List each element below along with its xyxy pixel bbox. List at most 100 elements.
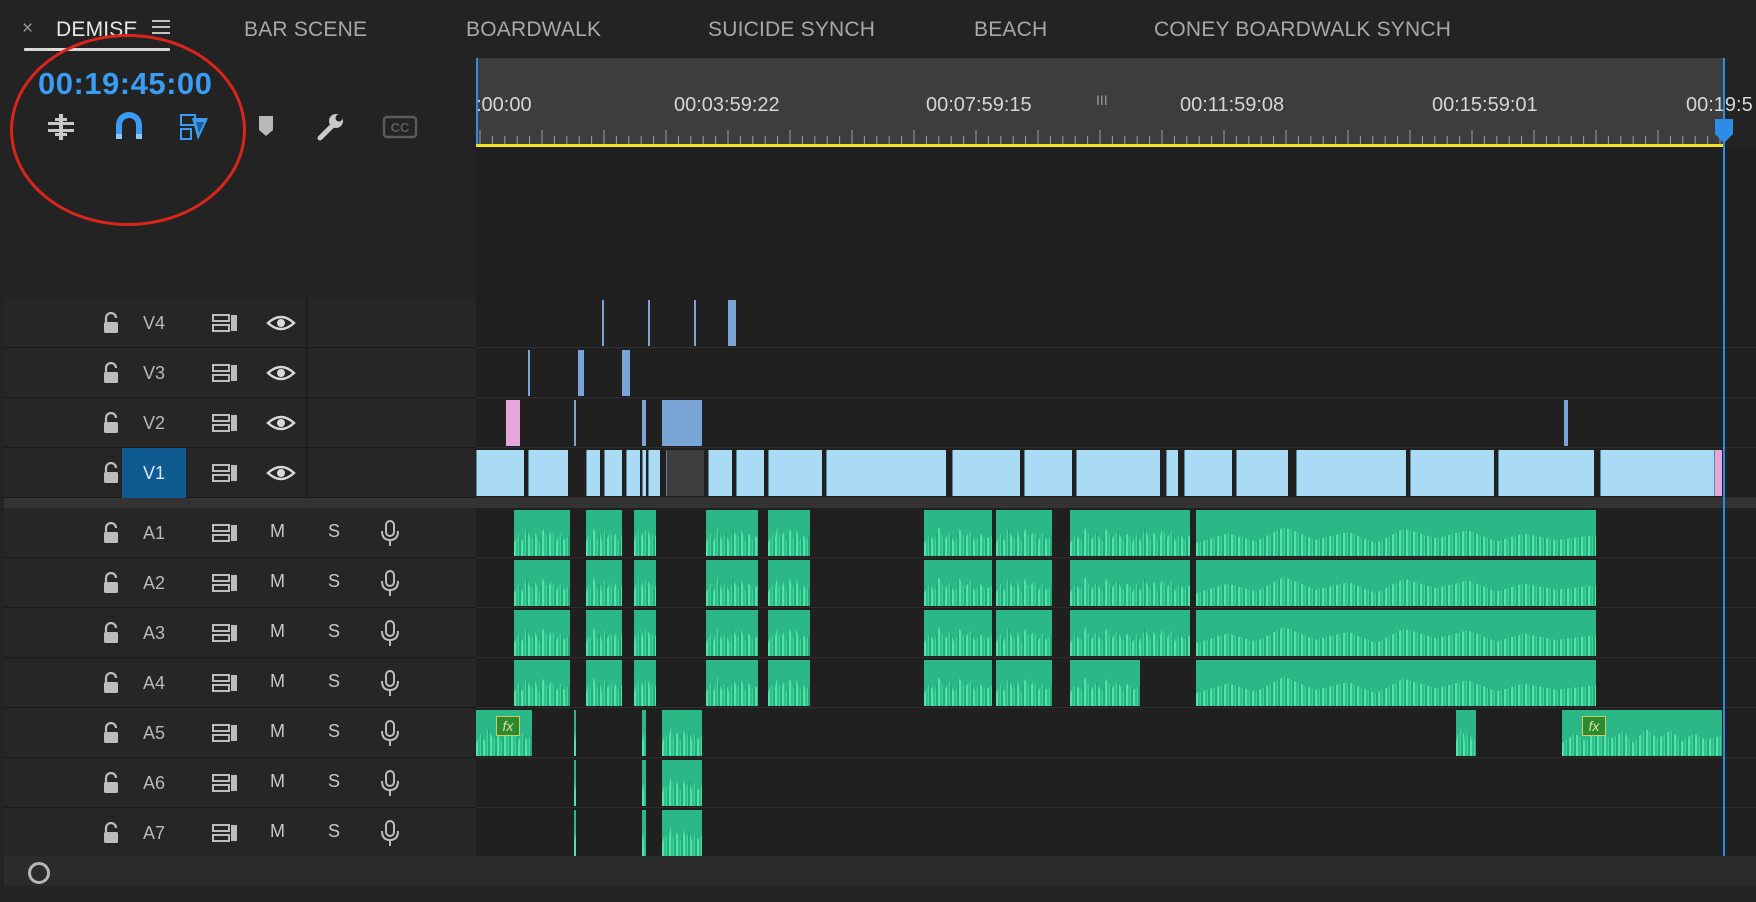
lock-track-icon[interactable]	[102, 671, 120, 694]
track-header-a6[interactable]: A6 M S	[4, 758, 476, 808]
video-clip[interactable]	[648, 450, 660, 496]
audio-clip[interactable]	[586, 610, 622, 656]
lock-track-icon[interactable]	[102, 461, 120, 484]
audio-clip[interactable]	[924, 610, 992, 656]
tab-boardwalk[interactable]: BOARDWALK	[466, 18, 601, 42]
mute-button[interactable]: M	[270, 571, 285, 592]
audio-clip[interactable]	[924, 560, 992, 606]
tab-coney-boardwalk-synch[interactable]: CONEY BOARDWALK SYNCH	[1154, 18, 1451, 42]
linked-selection-icon[interactable]	[178, 112, 212, 147]
lock-track-icon[interactable]	[102, 771, 120, 794]
video-clip[interactable]	[648, 300, 650, 346]
video-clip[interactable]	[1076, 450, 1160, 496]
zoom-scroll-handle[interactable]	[28, 862, 50, 884]
video-clip[interactable]	[622, 350, 630, 396]
solo-button[interactable]: S	[328, 521, 340, 542]
sync-lock-icon[interactable]	[212, 823, 238, 843]
ruler-grip-icon[interactable]: III	[1096, 92, 1108, 108]
audio-clip[interactable]	[768, 560, 810, 606]
video-clip[interactable]	[506, 400, 520, 446]
audio-clip[interactable]	[1132, 610, 1190, 656]
audio-clip[interactable]: fx	[1562, 710, 1722, 756]
audio-clip[interactable]	[996, 560, 1052, 606]
video-clip[interactable]	[528, 450, 568, 496]
video-clip[interactable]	[1236, 450, 1288, 496]
playhead-timecode[interactable]: 00:19:45:00	[38, 66, 212, 102]
audio-clip[interactable]	[1132, 510, 1190, 556]
track-header-a7[interactable]: A7 M S	[4, 808, 476, 858]
track-header-v4[interactable]: V4	[4, 298, 476, 348]
video-clip[interactable]	[952, 450, 1020, 496]
audio-clip[interactable]	[1196, 610, 1596, 656]
video-clip[interactable]	[1600, 450, 1720, 496]
video-clip[interactable]	[694, 300, 696, 346]
audio-clip[interactable]	[574, 810, 576, 856]
sync-lock-icon[interactable]	[212, 523, 238, 543]
video-clip[interactable]	[476, 450, 524, 496]
audio-clip[interactable]	[1196, 560, 1596, 606]
toggle-output-eye-icon[interactable]	[266, 363, 296, 383]
video-clip[interactable]	[574, 400, 576, 446]
toggle-output-eye-icon[interactable]	[266, 413, 296, 433]
wrench-settings-icon[interactable]	[314, 112, 348, 147]
track-header-v2[interactable]: V2	[4, 398, 476, 448]
audio-clip[interactable]	[996, 510, 1052, 556]
audio-clip[interactable]	[1456, 710, 1476, 756]
audio-clip[interactable]	[1070, 610, 1140, 656]
lock-track-icon[interactable]	[102, 571, 120, 594]
tab-suicide-synch[interactable]: SUICIDE SYNCH	[708, 18, 875, 42]
mute-button[interactable]: M	[270, 521, 285, 542]
tab-beach[interactable]: BEACH	[974, 18, 1047, 42]
audio-clip[interactable]	[634, 510, 656, 556]
voiceover-record-icon[interactable]	[378, 519, 402, 547]
audio-clip[interactable]	[1070, 560, 1140, 606]
audio-clip[interactable]	[634, 560, 656, 606]
audio-clip[interactable]	[706, 660, 758, 706]
track-header-v3[interactable]: V3	[4, 348, 476, 398]
audio-clip[interactable]	[1070, 660, 1140, 706]
audio-clip[interactable]	[574, 710, 576, 756]
toggle-output-eye-icon[interactable]	[266, 313, 296, 333]
audio-clip[interactable]	[924, 510, 992, 556]
video-clip[interactable]	[642, 450, 646, 496]
track-target-toggle[interactable]: V4	[122, 298, 186, 348]
track-lane-a5[interactable]: fx fx	[476, 708, 1756, 758]
audio-clip[interactable]	[996, 660, 1052, 706]
track-lane-a1[interactable]	[476, 508, 1756, 558]
audio-clip[interactable]	[706, 510, 758, 556]
audio-clip[interactable]	[586, 660, 622, 706]
solo-button[interactable]: S	[328, 671, 340, 692]
track-header-v1[interactable]: V1	[4, 448, 476, 498]
track-target-toggle[interactable]: A5	[122, 708, 186, 758]
close-tab-icon[interactable]: ×	[22, 18, 33, 40]
sync-lock-icon[interactable]	[212, 363, 238, 383]
lock-track-icon[interactable]	[102, 821, 120, 844]
sync-lock-icon[interactable]	[212, 673, 238, 693]
tab-bar-scene[interactable]: BAR SCENE	[244, 18, 367, 42]
lock-track-icon[interactable]	[102, 721, 120, 744]
track-target-toggle[interactable]: A3	[122, 608, 186, 658]
lock-track-icon[interactable]	[102, 521, 120, 544]
audio-clip[interactable]	[642, 710, 646, 756]
audio-clip[interactable]	[768, 610, 810, 656]
timeline-tracks[interactable]: fx fx	[476, 298, 1756, 858]
work-area-bar[interactable]	[476, 144, 1724, 147]
track-lane-a2[interactable]	[476, 558, 1756, 608]
audio-clip[interactable]	[514, 660, 570, 706]
video-clip[interactable]	[1024, 450, 1072, 496]
add-marker-icon[interactable]	[254, 112, 288, 147]
track-lane-v1[interactable]	[476, 448, 1756, 498]
mute-button[interactable]: M	[270, 621, 285, 642]
audio-clip[interactable]	[1070, 510, 1140, 556]
tab-demise[interactable]: DEMISE	[56, 18, 138, 42]
voiceover-record-icon[interactable]	[378, 769, 402, 797]
audio-clip[interactable]	[586, 560, 622, 606]
mute-button[interactable]: M	[270, 821, 285, 842]
video-clip[interactable]	[708, 450, 732, 496]
captions-icon[interactable]: CC	[382, 112, 418, 145]
track-header-a1[interactable]: A1 M S	[4, 508, 476, 558]
audio-clip[interactable]	[662, 810, 702, 856]
track-target-toggle[interactable]: A1	[122, 508, 186, 558]
solo-button[interactable]: S	[328, 721, 340, 742]
video-clip[interactable]	[1166, 450, 1178, 496]
